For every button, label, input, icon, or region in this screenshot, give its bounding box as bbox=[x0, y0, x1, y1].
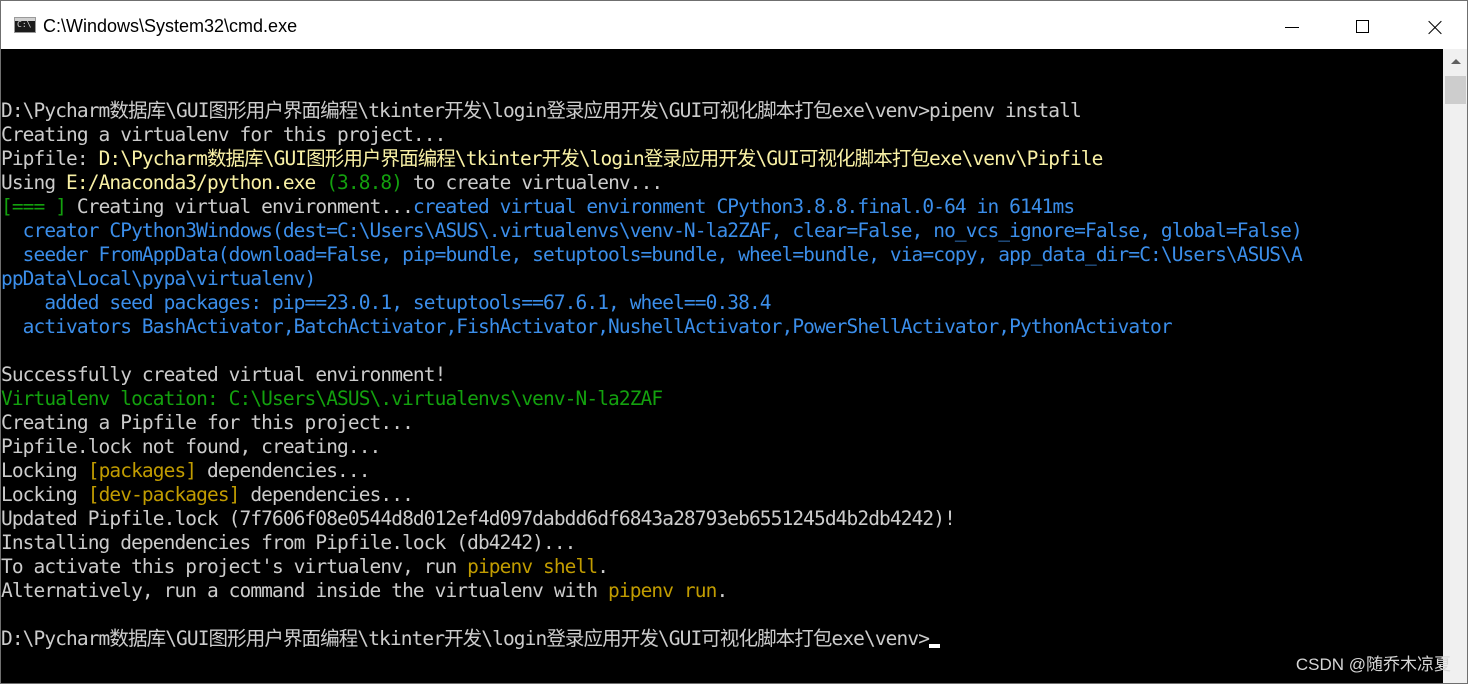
console-line: Locking [packages] dependencies... bbox=[1, 459, 1443, 483]
close-button[interactable] bbox=[1398, 1, 1467, 49]
console-text-segment: Pipfile.lock not found, creating... bbox=[1, 435, 381, 458]
window-title: C:\Windows\System32\cmd.exe bbox=[43, 16, 298, 36]
console-line: Updated Pipfile.lock (7f7606f08e0544d8d0… bbox=[1, 507, 1443, 531]
console-line: Creating a virtualenv for this project..… bbox=[1, 123, 1443, 147]
console-text-segment: . bbox=[597, 555, 609, 578]
console-text-segment: Using bbox=[1, 171, 67, 194]
maximize-button[interactable] bbox=[1327, 1, 1397, 49]
console-text-segment: D:\Pycharm数据库\GUI图形用户界面编程\tkinter开发\logi… bbox=[98, 147, 1104, 170]
console-text-segment: added seed packages: pip==23.0.1, setupt… bbox=[1, 291, 771, 314]
console-text-segment: . bbox=[716, 579, 728, 602]
console-text-segment: Alternatively, run a command inside the … bbox=[1, 579, 609, 602]
console-text-segment: E:/Anaconda3/python.exe bbox=[66, 171, 316, 194]
console-text-segment: [packages] bbox=[87, 459, 197, 482]
console-line: added seed packages: pip==23.0.1, setupt… bbox=[1, 291, 1443, 315]
console-text-segment: Locking bbox=[1, 459, 88, 482]
console-text-segment: ppData\Local\pypa\virtualenv) bbox=[1, 267, 316, 290]
console-text-segment: dependencies... bbox=[196, 459, 371, 482]
cmd-window: C:\ C:\Windows\System32\cmd.exe D:\Pycha… bbox=[0, 0, 1468, 684]
console-line: Pipfile: D:\Pycharm数据库\GUI图形用户界面编程\tkint… bbox=[1, 147, 1443, 171]
console-text-segment: D:\Pycharm数据库\GUI图形用户界面编程\tkinter开发\logi… bbox=[1, 627, 930, 650]
console-line: Successfully created virtual environment… bbox=[1, 363, 1443, 387]
console-text-segment: activators BashActivator,BatchActivator,… bbox=[1, 315, 1173, 338]
cmd-app-icon[interactable]: C:\ bbox=[14, 17, 36, 33]
console-line: [=== ] Creating virtual environment...cr… bbox=[1, 195, 1443, 219]
console-text-segment: To activate this project's virtualenv, r… bbox=[1, 555, 468, 578]
scroll-thumb[interactable] bbox=[1445, 76, 1466, 104]
app-icon-text: C:\ bbox=[17, 20, 32, 29]
console-line: D:\Pycharm数据库\GUI图形用户界面编程\tkinter开发\logi… bbox=[1, 627, 1443, 651]
console-text-segment: Pipfile: bbox=[1, 147, 99, 170]
console-line: seeder FromAppData(download=False, pip=b… bbox=[1, 243, 1443, 267]
console-text-segment: seeder FromAppData(download=False, pip=b… bbox=[1, 243, 1303, 266]
vertical-scrollbar[interactable] bbox=[1443, 49, 1467, 683]
console-text-segment: Successfully created virtual environment… bbox=[1, 363, 446, 386]
console-text-segment: created virtual environment CPython3.8.8… bbox=[412, 195, 1075, 218]
title-bar[interactable]: C:\ C:\Windows\System32\cmd.exe bbox=[1, 1, 1467, 49]
console-text-segment: pipenv run bbox=[608, 579, 717, 602]
console-line: ppData\Local\pypa\virtualenv) bbox=[1, 267, 1443, 291]
console-line: Installing dependencies from Pipfile.loc… bbox=[1, 531, 1443, 555]
minimize-button[interactable] bbox=[1257, 1, 1327, 49]
console-line: Using E:/Anaconda3/python.exe (3.8.8) to… bbox=[1, 171, 1443, 195]
console-line: Locking [dev-packages] dependencies... bbox=[1, 483, 1443, 507]
console-line: To activate this project's virtualenv, r… bbox=[1, 555, 1443, 579]
console-line: Creating a Pipfile for this project... bbox=[1, 411, 1443, 435]
console-text-segment: Locking bbox=[1, 483, 88, 506]
scroll-up-arrow-icon[interactable] bbox=[1443, 49, 1467, 74]
console-text-segment: [=== ] bbox=[1, 195, 67, 218]
watermark: CSDN @随乔木凉夏 bbox=[1295, 655, 1451, 674]
console-line: Alternatively, run a command inside the … bbox=[1, 579, 1443, 603]
console-text-segment: Installing dependencies from Pipfile.loc… bbox=[1, 531, 576, 554]
console-text-segment: pipenv shell bbox=[467, 555, 598, 578]
text-cursor bbox=[929, 644, 941, 648]
console-line: Virtualenv location: C:\Users\ASUS\.virt… bbox=[1, 387, 1443, 411]
console-text-segment: creator CPython3Windows(dest=C:\Users\AS… bbox=[1, 219, 1303, 242]
console-text-segment: D:\Pycharm数据库\GUI图形用户界面编程\tkinter开发\logi… bbox=[1, 99, 1082, 122]
console-line: Pipfile.lock not found, creating... bbox=[1, 435, 1443, 459]
console-line: activators BashActivator,BatchActivator,… bbox=[1, 315, 1443, 339]
console-text-segment: Updated Pipfile.lock (7f7606f08e0544d8d0… bbox=[1, 507, 956, 530]
console-text-segment: (3.8.8) bbox=[315, 171, 403, 194]
console-line: creator CPython3Windows(dest=C:\Users\AS… bbox=[1, 219, 1443, 243]
console-line: D:\Pycharm数据库\GUI图形用户界面编程\tkinter开发\logi… bbox=[1, 99, 1443, 123]
console-text-segment: Creating a Pipfile for this project... bbox=[1, 411, 414, 434]
console-text-segment: to create virtualenv... bbox=[402, 171, 663, 194]
console-text-segment: Virtualenv location: C:\Users\ASUS\.virt… bbox=[1, 387, 663, 410]
console-text-segment: Creating virtual environment... bbox=[66, 195, 414, 218]
console-text-segment: dependencies... bbox=[239, 483, 414, 506]
console-text-segment: [dev-packages] bbox=[87, 483, 241, 506]
console-output[interactable]: D:\Pycharm数据库\GUI图形用户界面编程\tkinter开发\logi… bbox=[1, 75, 1443, 683]
console-text-segment: Creating a virtualenv for this project..… bbox=[1, 123, 446, 146]
